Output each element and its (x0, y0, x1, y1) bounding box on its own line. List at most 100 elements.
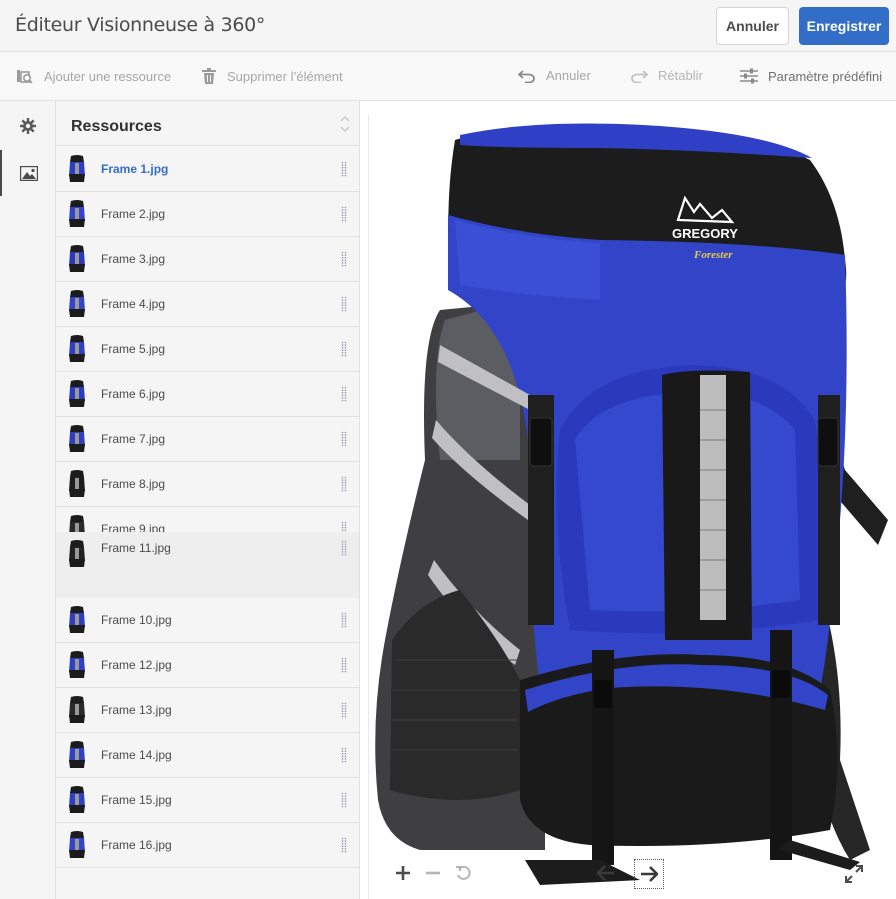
drag-handle-icon[interactable] (341, 747, 347, 763)
backpack-image[interactable]: GREGORY Forester (368, 118, 890, 894)
resource-thumbnail (69, 290, 85, 317)
rotate-right-button[interactable] (634, 859, 664, 889)
brand-logo-text: GREGORY (672, 226, 738, 241)
panel-title: Ressources (71, 118, 162, 135)
drag-handle-icon[interactable] (341, 792, 347, 808)
rail-resources[interactable] (0, 150, 56, 196)
resource-row[interactable]: Frame 2.jpg (56, 192, 359, 237)
resource-name: Frame 6.jpg (101, 387, 166, 401)
resource-row[interactable]: Frame 3.jpg (56, 237, 359, 282)
resource-name: Frame 5.jpg (101, 342, 166, 356)
resource-name: Frame 2.jpg (101, 207, 166, 221)
drag-handle-icon[interactable] (341, 476, 347, 492)
page-title: Éditeur Visionneuse à 360° (15, 14, 266, 36)
drag-handle-icon[interactable] (341, 206, 347, 222)
resource-row[interactable]: Frame 1.jpg (56, 147, 359, 192)
resource-thumbnail (69, 831, 85, 858)
drag-handle-icon[interactable] (341, 296, 347, 312)
gear-icon (20, 118, 36, 134)
drag-handle-icon[interactable] (341, 251, 347, 267)
drag-handle-icon[interactable] (341, 161, 347, 177)
undo-button[interactable]: Annuler (518, 68, 591, 83)
resource-name: Frame 14.jpg (101, 748, 172, 762)
resource-name: Frame 16.jpg (101, 838, 172, 852)
resource-row[interactable]: Frame 13.jpg (56, 688, 359, 733)
resource-name: Frame 1.jpg (101, 162, 169, 176)
zoom-out-button[interactable] (424, 864, 442, 882)
resource-row[interactable]: Frame 14.jpg (56, 733, 359, 778)
zoom-in-button[interactable] (394, 864, 412, 882)
drag-handle-icon[interactable] (341, 657, 347, 673)
toolbar: Ajouter une ressource Supprimer l’élémen… (0, 52, 896, 101)
fullscreen-button[interactable] (844, 864, 864, 884)
trash-icon (202, 68, 216, 84)
resource-row[interactable]: Frame 10.jpg (56, 598, 359, 643)
zoom-in-icon (396, 866, 410, 880)
resource-row[interactable]: Frame 7.jpg (56, 417, 359, 462)
resource-row[interactable]: Frame 12.jpg (56, 643, 359, 688)
sliders-icon (740, 68, 758, 84)
redo-button[interactable]: Rétablir (630, 68, 703, 83)
resource-thumbnail (69, 470, 85, 497)
drag-handle-icon[interactable] (341, 702, 347, 718)
drag-handle-icon[interactable] (341, 341, 347, 357)
add-resource-icon (17, 70, 33, 84)
delete-item-button[interactable]: Supprimer l’élément (201, 68, 343, 85)
resource-thumbnail (69, 155, 85, 182)
resource-row[interactable]: Frame 8.jpg (56, 462, 359, 507)
reset-button[interactable] (454, 864, 472, 882)
resource-name: Frame 15.jpg (101, 793, 172, 807)
title-bar: Éditeur Visionneuse à 360° Annuler Enreg… (0, 0, 896, 52)
resource-thumbnail (69, 606, 85, 633)
cancel-button[interactable]: Annuler (716, 7, 789, 45)
drag-handle-icon[interactable] (341, 540, 347, 556)
resource-name: Frame 10.jpg (101, 613, 172, 627)
drag-handle-icon[interactable] (341, 612, 347, 628)
resource-row[interactable]: Frame 5.jpg (56, 327, 359, 372)
resource-thumbnail (69, 651, 85, 678)
resource-thumbnail (69, 540, 85, 567)
resource-row[interactable]: Frame 15.jpg (56, 778, 359, 823)
resource-row[interactable]: Frame 6.jpg (56, 372, 359, 417)
resource-name: Frame 4.jpg (101, 297, 166, 311)
delete-item-label: Supprimer l’élément (227, 69, 343, 84)
resource-name: Frame 3.jpg (101, 252, 166, 266)
undo-icon (518, 69, 535, 83)
reset-icon (456, 865, 471, 880)
preset-button[interactable]: Paramètre prédéfini (740, 68, 882, 84)
resource-name: Frame 13.jpg (101, 703, 172, 717)
rotate-left-icon (597, 865, 614, 881)
resource-thumbnail (69, 335, 85, 362)
fullscreen-icon (845, 865, 863, 883)
resource-name: Frame 7.jpg (101, 432, 166, 446)
model-logo-text: Forester (693, 249, 733, 261)
redo-icon (631, 69, 648, 83)
add-resource-label: Ajouter une ressource (44, 68, 172, 84)
drag-handle-icon[interactable] (341, 431, 347, 447)
rotate-right-icon (641, 866, 658, 882)
preset-label: Paramètre prédéfini (768, 68, 883, 84)
resource-thumbnail (69, 786, 85, 813)
panel-header: Ressources (56, 101, 359, 146)
resource-thumbnail (69, 425, 85, 452)
rotate-left-button[interactable] (596, 864, 616, 882)
resource-name: Frame 12.jpg (101, 658, 172, 672)
resource-row[interactable]: Frame 16.jpg (56, 823, 359, 868)
resource-name: Frame 11.jpg (101, 541, 171, 555)
resource-thumbnail (69, 741, 85, 768)
rail-settings[interactable] (0, 103, 56, 149)
sort-icon[interactable] (339, 114, 351, 134)
resource-name: Frame 8.jpg (101, 477, 166, 491)
resource-row[interactable]: Frame 11.jpg (56, 532, 359, 598)
undo-label: Annuler (546, 68, 591, 83)
drag-handle-icon[interactable] (341, 837, 347, 853)
resource-thumbnail (69, 200, 85, 227)
save-button[interactable]: Enregistrer (799, 7, 889, 45)
image-icon (20, 165, 38, 181)
drag-handle-icon[interactable] (341, 386, 347, 402)
redo-label: Rétablir (658, 68, 703, 83)
resource-row[interactable]: Frame 4.jpg (56, 282, 359, 327)
resource-thumbnail (69, 696, 85, 723)
left-rail (0, 101, 56, 899)
add-resource-button[interactable]: Ajouter une ressource (16, 68, 171, 84)
